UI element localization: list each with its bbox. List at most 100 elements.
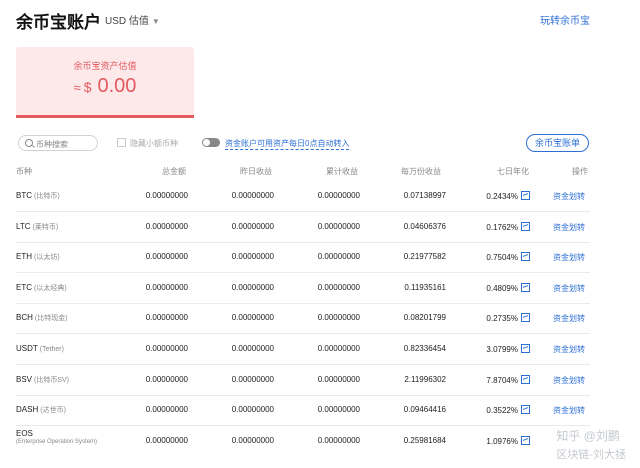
- transfer-link[interactable]: 资金划转: [553, 191, 585, 202]
- top-bar: 余币宝账户 USD 估值 ▼ 玩转余币宝: [0, 0, 640, 36]
- currency-selector[interactable]: USD 估值 ▼: [105, 12, 160, 27]
- statement-button[interactable]: 余币宝账单: [526, 134, 589, 152]
- table-row: DASH (达世币) 0.00000000 0.00000000 0.00000000 0…: [16, 395, 590, 427]
- cumulative-cell: 0.00000000: [317, 405, 360, 415]
- apy-cell: 0.2434%: [486, 191, 530, 201]
- transfer-link[interactable]: 资金划转: [553, 405, 585, 416]
- cumulative-cell: 0.00000000: [317, 282, 360, 292]
- apy-cell: 0.4809%: [486, 282, 530, 293]
- table-row: BCH (比特现金) 0.00000000 0.00000000 0.00000000 0…: [16, 303, 590, 335]
- apy-value: 0.4809%: [486, 283, 518, 293]
- per10k-cell: 0.08201799: [403, 313, 446, 323]
- chart-icon[interactable]: [521, 252, 530, 262]
- coin-symbol: BCH: [16, 313, 33, 323]
- table-row: BSV (比特币SV) 0.00000000 0.00000000 0.00000000…: [16, 365, 590, 396]
- yesterday-cell: 0.00000000: [231, 252, 274, 262]
- header-cumulative: 累计收益: [326, 167, 358, 176]
- coin-symbol: LTC: [16, 221, 31, 231]
- currency-symbol: $: [83, 79, 92, 95]
- transfer-link[interactable]: 资金划转: [553, 283, 585, 294]
- yesterday-cell: 0.00000000: [231, 221, 274, 231]
- apy-cell: 0.7504%: [486, 252, 530, 262]
- chart-icon[interactable]: [521, 282, 530, 292]
- guide-link[interactable]: 玩转余币宝: [540, 12, 590, 27]
- coin-symbol: DASH: [16, 405, 39, 415]
- yesterday-cell: 0.00000000: [231, 374, 274, 384]
- apy-value: 0.2434%: [486, 192, 518, 201]
- apy-value: 0.1762%: [486, 222, 518, 232]
- checkbox-icon: [117, 138, 126, 147]
- transfer-link[interactable]: 资金划转: [553, 252, 585, 263]
- transfer-link[interactable]: 资金划转: [553, 313, 585, 324]
- asset-summary-value: ≈ $0.00: [16, 75, 194, 98]
- table-row: ETC (以太经典) 0.00000000 0.00000000 0.00000000 0…: [16, 273, 590, 304]
- chart-icon[interactable]: [521, 344, 530, 353]
- header-yesterday: 昨日收益: [240, 167, 272, 176]
- per10k-cell: 0.07138997: [403, 191, 446, 200]
- coin-cell: DASH (达世币): [16, 405, 66, 415]
- cumulative-cell: 0.00000000: [317, 344, 360, 353]
- coin-name: (Tether): [39, 346, 64, 353]
- table-row: EOS (Enterprise Operation System) 0.000000…: [16, 426, 590, 456]
- cumulative-cell: 0.00000000: [317, 435, 360, 445]
- chart-icon[interactable]: [521, 405, 530, 415]
- watermark-line-1: 知乎 @刘鹏: [556, 429, 620, 443]
- cumulative-cell: 0.00000000: [317, 191, 360, 200]
- total-cell: 0.00000000: [145, 405, 188, 415]
- per10k-cell: 2.11996302: [404, 374, 446, 384]
- header-apy: 七日年化: [497, 167, 529, 176]
- auto-transfer-link[interactable]: 资金账户可用资产每日0点自动转入: [225, 138, 350, 150]
- coin-symbol: USDT: [16, 344, 38, 353]
- apy-cell: 3.0799%: [486, 344, 530, 354]
- watermark-line-2: 区块链-刘大拯: [556, 449, 626, 461]
- yesterday-cell: 0.00000000: [231, 405, 274, 415]
- auto-transfer-toggle[interactable]: [202, 138, 220, 147]
- chart-icon[interactable]: [521, 221, 530, 231]
- transfer-link[interactable]: 资金划转: [553, 344, 585, 355]
- per10k-cell: 0.09464416: [403, 405, 446, 415]
- chart-icon[interactable]: [521, 374, 530, 384]
- search-placeholder: 币种搜索: [36, 140, 68, 149]
- apy-value: 3.0799%: [486, 345, 518, 354]
- hide-small-checkbox[interactable]: 隐藏小额币种: [117, 138, 178, 149]
- coin-symbol: BSV: [16, 374, 33, 384]
- table-header: 币种 总金额 昨日收益 累计收益 每万份收益 七日年化 操作: [0, 160, 640, 180]
- apy-cell: 7.8704%: [486, 374, 530, 385]
- chart-icon[interactable]: [521, 435, 530, 445]
- coin-cell: BTC (比特币): [16, 191, 60, 201]
- hide-small-label: 隐藏小额币种: [130, 139, 178, 148]
- transfer-link[interactable]: 资金划转: [553, 375, 585, 386]
- table-row: BTC (比特币) 0.00000000 0.00000000 0.00000000 0.…: [16, 181, 590, 212]
- coin-name: (以太坊): [34, 254, 60, 262]
- coin-name: (达世币): [40, 407, 66, 415]
- total-cell: 0.00000000: [145, 435, 188, 445]
- caret-down-icon: ▼: [151, 17, 160, 26]
- table-row: USDT (Tether) 0.00000000 0.00000000 0.000000…: [16, 334, 590, 365]
- coin-name: (比特币SV): [34, 376, 70, 384]
- coin-symbol: EOS: [16, 428, 33, 438]
- per10k-cell: 0.11935161: [404, 282, 446, 292]
- total-cell: 0.00000000: [145, 252, 188, 262]
- apy-value: 7.8704%: [486, 375, 518, 385]
- chart-icon[interactable]: [521, 191, 530, 200]
- total-cell: 0.00000000: [145, 191, 188, 200]
- coin-cell: USDT (Tether): [16, 344, 64, 353]
- per10k-cell: 0.21977582: [403, 252, 446, 262]
- coin-search-input[interactable]: 币种搜索: [18, 135, 98, 151]
- coin-symbol: BTC: [16, 191, 32, 200]
- coin-cell: EOS (Enterprise Operation System): [16, 429, 106, 447]
- toggle-knob: [203, 139, 210, 146]
- transfer-link[interactable]: 资金划转: [553, 222, 585, 233]
- total-cell: 0.00000000: [145, 344, 188, 353]
- approx-sign: ≈: [73, 80, 81, 95]
- coin-name: (以太经典): [34, 284, 67, 292]
- chart-icon[interactable]: [521, 313, 530, 323]
- per10k-cell: 0.25981684: [403, 435, 446, 445]
- apy-cell: 0.1762%: [486, 221, 530, 232]
- asset-summary-label: 余币宝资产估值: [73, 61, 137, 71]
- coin-cell: ETC (以太经典): [16, 283, 67, 293]
- coin-cell: ETH (以太坊): [16, 252, 60, 262]
- asset-summary-card: 余币宝资产估值 ≈ $0.00: [16, 47, 194, 118]
- search-icon: [25, 139, 33, 147]
- cumulative-cell: 0.00000000: [317, 252, 360, 262]
